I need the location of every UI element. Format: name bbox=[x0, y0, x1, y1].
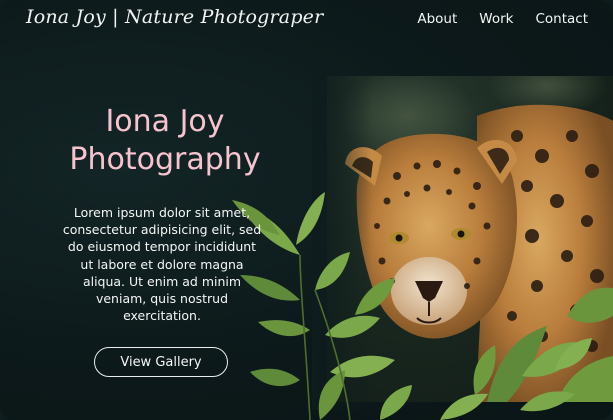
photo-edge-fade bbox=[312, 70, 372, 410]
main-nav: About Work Contact bbox=[417, 11, 588, 27]
brand-logo[interactable]: Iona Joy | Nature Photograper bbox=[26, 6, 323, 28]
site-header: Iona Joy | Nature Photograper About Work… bbox=[0, 0, 613, 42]
view-gallery-button[interactable]: View Gallery bbox=[94, 347, 228, 377]
page-frame: Iona Joy | Nature Photograper About Work… bbox=[0, 0, 613, 420]
nav-contact-link[interactable]: Contact bbox=[535, 11, 588, 27]
nav-about-link[interactable]: About bbox=[417, 11, 457, 27]
hero-description: Lorem ipsum dolor sit amet, consectetur … bbox=[62, 205, 262, 324]
hero-title: Iona Joy Photography bbox=[40, 103, 290, 179]
hero-title-line1: Iona Joy bbox=[105, 104, 225, 139]
nav-work-link[interactable]: Work bbox=[479, 11, 513, 27]
hero-title-line2: Photography bbox=[69, 142, 261, 177]
